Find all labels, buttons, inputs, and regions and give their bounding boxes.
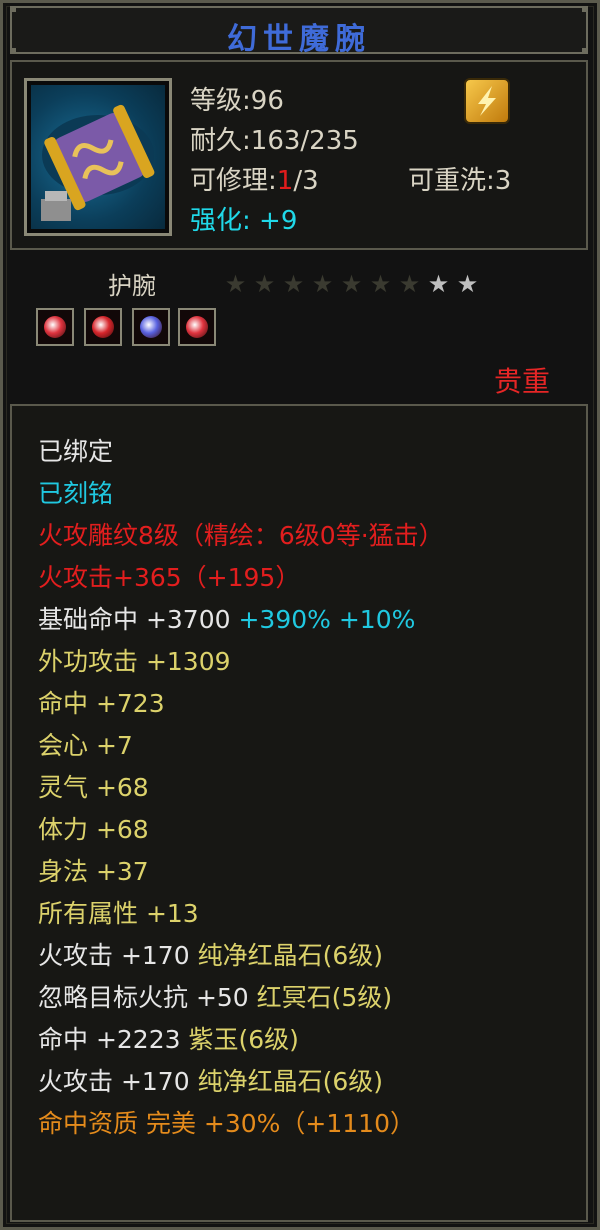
attribute-line: 命中资质 完美 +30%（+1110） <box>38 1104 415 1140</box>
title-bar: 幻世魔腕 <box>10 6 588 57</box>
attribute-line: 命中 +2223 紫玉(6级) <box>38 1020 299 1056</box>
attribute-line: 已刻铭 <box>38 474 113 510</box>
gem-slot-2[interactable] <box>84 308 122 346</box>
attribute-line: 灵气 +68 <box>38 768 149 804</box>
blue-gem-icon <box>140 316 162 338</box>
repair-label: 可修理 <box>190 166 269 196</box>
attribute-text: 命中 +723 <box>38 689 165 718</box>
attribute-line: 火攻击 +170 纯净红晶石(6级) <box>38 936 383 972</box>
star-empty-icon: ★ <box>282 270 307 298</box>
red-gem-icon <box>92 316 114 338</box>
header-panel: 等级:96 耐久:163/235 可修理:1/3 可重洗:3 强化: +9 <box>10 60 588 250</box>
durability-label: 耐久 <box>190 126 243 156</box>
attribute-extra: 纯净红晶石(6级) <box>197 1067 383 1096</box>
attribute-text: 忽略目标火抗 +50 <box>38 983 257 1012</box>
attribute-text: 会心 +7 <box>38 731 133 760</box>
durability-stat: 耐久:163/235 <box>190 126 359 156</box>
attribute-line: 火攻击 +170 纯净红晶石(6级) <box>38 1062 383 1098</box>
attribute-text: 已刻铭 <box>38 479 114 508</box>
attribute-text: 基础命中 +3700 <box>38 605 231 634</box>
attribute-text: 灵气 +68 <box>38 773 149 802</box>
attribute-line: 会心 +7 <box>38 726 133 762</box>
attribute-text: 外功攻击 +1309 <box>38 647 231 676</box>
enhance-badge-icon <box>464 78 510 124</box>
gem-slot-3[interactable] <box>132 308 170 346</box>
attribute-text: 所有属性 +13 <box>38 899 199 928</box>
repair-stat: 可修理:1/3 <box>190 166 319 196</box>
attribute-extra: 纯净红晶石(6级) <box>197 941 383 970</box>
attribute-line: 命中 +723 <box>38 684 165 720</box>
star-empty-icon: ★ <box>311 270 336 298</box>
attribute-extra: 红冥石(5级) <box>256 983 393 1012</box>
gem-slot-4[interactable] <box>178 308 216 346</box>
attribute-text: 命中 +2223 <box>38 1025 189 1054</box>
rewash-stat: 可重洗:3 <box>408 166 512 196</box>
star-lit-icon: ★ <box>427 270 452 298</box>
gem-slot-1[interactable] <box>36 308 74 346</box>
star-empty-icon: ★ <box>369 270 394 298</box>
attribute-text: 命中资质 完美 +30%（+1110） <box>38 1109 415 1138</box>
attribute-text: 火攻击+365（+195） <box>38 563 301 592</box>
attribute-text: 火攻击 +170 <box>38 941 198 970</box>
star-empty-icon: ★ <box>340 270 365 298</box>
bracer-icon <box>31 85 165 229</box>
rewash-label: 可重洗 <box>408 166 487 196</box>
attribute-text: 已绑定 <box>38 437 114 466</box>
enhance-value: +9 <box>259 206 298 236</box>
attribute-text: 身法 +37 <box>38 857 149 886</box>
enhance-stars: ★ ★ ★ ★ ★ ★ ★ ★ ★ <box>222 270 483 298</box>
slot-type: 护腕 <box>108 272 156 300</box>
attribute-extra: 紫玉(6级) <box>188 1025 299 1054</box>
star-empty-icon: ★ <box>224 270 249 298</box>
level-value: 96 <box>250 86 284 116</box>
attribute-line: 火攻击+365（+195） <box>38 558 300 594</box>
item-tooltip: 幻世魔腕 等级:96 耐久:163/235 可修理:1/3 可重洗:3 强化: … <box>0 0 600 1230</box>
item-name: 幻世魔腕 <box>227 22 371 57</box>
repair-max: /3 <box>293 166 319 196</box>
star-empty-icon: ★ <box>398 270 423 298</box>
attributes-panel: 已绑定已刻铭火攻雕纹8级（精绘：6级0等·猛击） 火攻击+365（+195） 基础命… <box>10 404 588 1222</box>
attribute-line: 已绑定 <box>38 432 113 468</box>
attribute-text: 火攻击 +170 <box>38 1067 198 1096</box>
enhance-stat: 强化: +9 <box>190 200 297 237</box>
attribute-line: 火攻雕纹8级（精绘：6级0等·猛击） <box>38 516 444 552</box>
attribute-line: 基础命中 +3700 +390% +10% <box>38 600 415 636</box>
attribute-text: 体力 +68 <box>38 815 149 844</box>
level-stat: 等级:96 <box>190 86 284 116</box>
quality-label: 贵重 <box>493 365 550 398</box>
repair-current: 1 <box>276 166 294 196</box>
level-label: 等级 <box>190 86 243 116</box>
attribute-line: 所有属性 +13 <box>38 894 199 930</box>
attribute-line: 体力 +68 <box>38 810 149 846</box>
red-gem-icon <box>186 316 208 338</box>
attribute-extra: +390% +10% <box>230 605 416 634</box>
star-lit-icon: ★ <box>456 270 481 298</box>
durability-value: 163/235 <box>250 126 359 156</box>
attribute-line: 外功攻击 +1309 <box>38 642 231 678</box>
rewash-value: 3 <box>494 166 512 196</box>
red-gem-icon <box>44 316 66 338</box>
enhance-label: 强化: <box>190 206 251 236</box>
attribute-text: 火攻雕纹8级（精绘：6级0等·猛击） <box>38 521 444 550</box>
attribute-line: 身法 +37 <box>38 852 149 888</box>
attribute-line: 忽略目标火抗 +50 红冥石(5级) <box>38 978 392 1014</box>
item-icon-frame <box>24 78 172 236</box>
star-empty-icon: ★ <box>253 270 278 298</box>
